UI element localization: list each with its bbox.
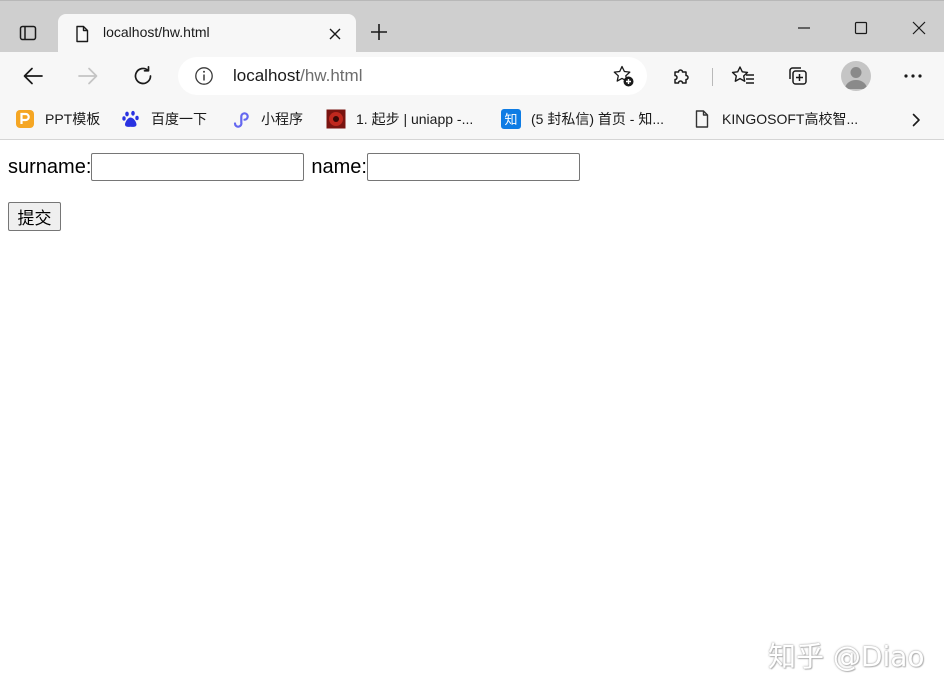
browser-toolbar: localhost/hw.html bbox=[0, 52, 944, 100]
watermark-text: 知乎 @Diao bbox=[768, 640, 925, 673]
url-text[interactable]: localhost/hw.html bbox=[233, 66, 362, 86]
info-icon[interactable] bbox=[194, 66, 214, 86]
bookmark-label: (5 封私信) 首页 - 知... bbox=[531, 111, 664, 127]
puzzle-icon bbox=[674, 69, 689, 84]
bookmark-uniapp[interactable]: 1. 起步 | uniapp -... bbox=[326, 107, 473, 131]
tab-title: localhost/hw.html bbox=[103, 24, 210, 40]
settings-more-button[interactable] bbox=[897, 60, 929, 92]
tab-strip: localhost/hw.html bbox=[0, 0, 944, 53]
tab-actions-button[interactable] bbox=[12, 17, 44, 49]
bookmark-zhihu[interactable]: 知 (5 封私信) 首页 - 知... bbox=[501, 107, 664, 131]
chevron-right-icon bbox=[912, 113, 920, 127]
submit-button[interactable]: 提交 bbox=[8, 202, 61, 231]
forward-button[interactable] bbox=[72, 60, 104, 92]
bookmark-ppt[interactable]: PPT模板 bbox=[15, 107, 100, 131]
arrow-right-icon bbox=[78, 67, 98, 85]
name-label: name: bbox=[311, 155, 367, 178]
tab-active[interactable]: localhost/hw.html bbox=[58, 14, 356, 53]
back-button[interactable] bbox=[17, 60, 49, 92]
baidu-paw-icon bbox=[121, 109, 141, 129]
bookmark-label: PPT模板 bbox=[45, 111, 101, 127]
bookmark-label: KINGOSOFT高校智... bbox=[722, 111, 859, 127]
page-icon bbox=[76, 25, 89, 43]
svg-text:知: 知 bbox=[504, 112, 517, 128]
toolbar-separator bbox=[712, 68, 713, 86]
tab-actions-icon bbox=[19, 25, 37, 41]
bookmark-miniprogram[interactable]: 小程序 bbox=[231, 107, 303, 131]
address-bar[interactable]: localhost/hw.html bbox=[178, 57, 647, 95]
person-icon bbox=[845, 67, 867, 89]
minimize-icon bbox=[798, 27, 810, 29]
refresh-icon bbox=[134, 65, 152, 85]
page-icon bbox=[692, 109, 712, 129]
bookmark-label: 小程序 bbox=[261, 111, 303, 127]
bookmark-kingosoft[interactable]: KINGOSOFT高校智... bbox=[692, 107, 858, 131]
zhihu-icon: 知 bbox=[501, 109, 521, 129]
bookmark-label: 1. 起步 | uniapp -... bbox=[356, 111, 474, 127]
bookmarks-bar: PPT模板 百度一下 小程序 1. 起步 | uniapp -... 知 (5 … bbox=[0, 100, 944, 140]
bookmarks-overflow-button[interactable] bbox=[904, 108, 928, 132]
more-horizontal-icon bbox=[904, 74, 922, 78]
refresh-button[interactable] bbox=[127, 60, 159, 92]
extensions-button[interactable] bbox=[666, 60, 698, 92]
add-favorite-icon[interactable] bbox=[611, 64, 635, 88]
maximize-button[interactable] bbox=[846, 13, 876, 43]
collections-button[interactable] bbox=[782, 60, 814, 92]
miniprogram-icon bbox=[231, 109, 251, 129]
name-form-row: surname: name: bbox=[8, 153, 580, 181]
uniapp-icon bbox=[326, 109, 346, 129]
surname-label: surname: bbox=[8, 155, 92, 178]
page-content: surname: name: 提交 bbox=[0, 141, 944, 691]
bookmark-baidu[interactable]: 百度一下 bbox=[121, 107, 207, 131]
url-path: /hw.html bbox=[300, 66, 363, 85]
window-close-button[interactable] bbox=[904, 13, 934, 43]
favorites-star-icon bbox=[731, 66, 754, 84]
profile-avatar[interactable] bbox=[841, 61, 871, 91]
arrow-left-icon bbox=[23, 67, 43, 85]
surname-input[interactable] bbox=[91, 153, 305, 181]
bookmark-label: 百度一下 bbox=[151, 111, 207, 127]
new-tab-button[interactable] bbox=[366, 19, 392, 45]
maximize-icon bbox=[854, 21, 868, 35]
close-icon bbox=[329, 28, 341, 40]
favorites-button[interactable] bbox=[727, 60, 759, 92]
minimize-button[interactable] bbox=[789, 13, 819, 43]
collections-icon bbox=[789, 67, 807, 85]
name-input[interactable] bbox=[366, 153, 580, 181]
url-host: localhost bbox=[233, 66, 301, 85]
plus-icon bbox=[371, 24, 387, 40]
tab-close-button[interactable] bbox=[324, 23, 346, 45]
ppt-icon bbox=[15, 109, 35, 129]
close-icon bbox=[912, 21, 926, 35]
